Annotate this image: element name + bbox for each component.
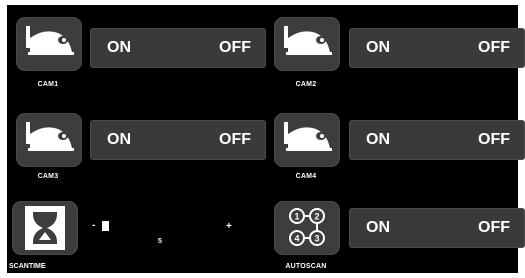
autoscan-label: AUTOSCAN <box>285 263 327 270</box>
cam4-toggle[interactable]: ON OFF <box>349 120 525 160</box>
scantime-button[interactable] <box>12 201 78 255</box>
svg-text:1: 1 <box>294 212 299 222</box>
cam1-label: CAM1 <box>37 81 59 88</box>
scantime-increase-button[interactable]: + <box>226 221 232 232</box>
cam4-on-option[interactable]: ON <box>366 121 390 159</box>
cam3-on-option[interactable]: ON <box>107 121 131 159</box>
autoscan-on-option[interactable]: ON <box>366 209 390 247</box>
autoscan-button[interactable]: 1 2 3 4 <box>274 201 340 255</box>
cam4-label: CAM4 <box>295 173 317 180</box>
cam2-button[interactable] <box>274 17 340 71</box>
cam3-button[interactable] <box>16 113 82 167</box>
svg-text:2: 2 <box>314 212 319 222</box>
cam2-on-option[interactable]: ON <box>366 29 390 67</box>
cam4-button[interactable] <box>274 113 340 167</box>
security-camera-icon <box>26 26 74 55</box>
scantime-slider-handle[interactable] <box>102 221 109 231</box>
cam4-off-option[interactable]: OFF <box>478 121 510 159</box>
camera-control-panel: CAM1 ON OFF CAM2 ON OFF CAM3 ON OFF CAM4… <box>7 5 525 273</box>
cam1-on-option[interactable]: ON <box>107 29 131 67</box>
svg-text:3: 3 <box>314 234 319 244</box>
cam3-toggle[interactable]: ON OFF <box>90 120 266 160</box>
svg-text:4: 4 <box>294 234 299 244</box>
cam1-toggle[interactable]: ON OFF <box>90 28 266 68</box>
hourglass-icon <box>25 206 65 250</box>
cam2-off-option[interactable]: OFF <box>478 29 510 67</box>
security-camera-icon <box>284 26 332 55</box>
cam2-label: CAM2 <box>295 81 317 88</box>
security-camera-icon <box>284 122 332 151</box>
scantime-value: 5 <box>158 238 162 245</box>
autoscan-off-option[interactable]: OFF <box>478 209 510 247</box>
cam3-off-option[interactable]: OFF <box>219 121 251 159</box>
security-camera-icon <box>26 122 74 151</box>
autoscan-sequence-icon: 1 2 3 4 <box>289 208 325 246</box>
scantime-label: SCANTIME <box>9 263 46 270</box>
scantime-decrease-button[interactable]: - <box>92 220 95 231</box>
cam1-button[interactable] <box>16 17 82 71</box>
cam2-toggle[interactable]: ON OFF <box>349 28 525 68</box>
cam1-off-option[interactable]: OFF <box>219 29 251 67</box>
cam3-label: CAM3 <box>37 173 59 180</box>
autoscan-toggle[interactable]: ON OFF <box>349 208 525 248</box>
